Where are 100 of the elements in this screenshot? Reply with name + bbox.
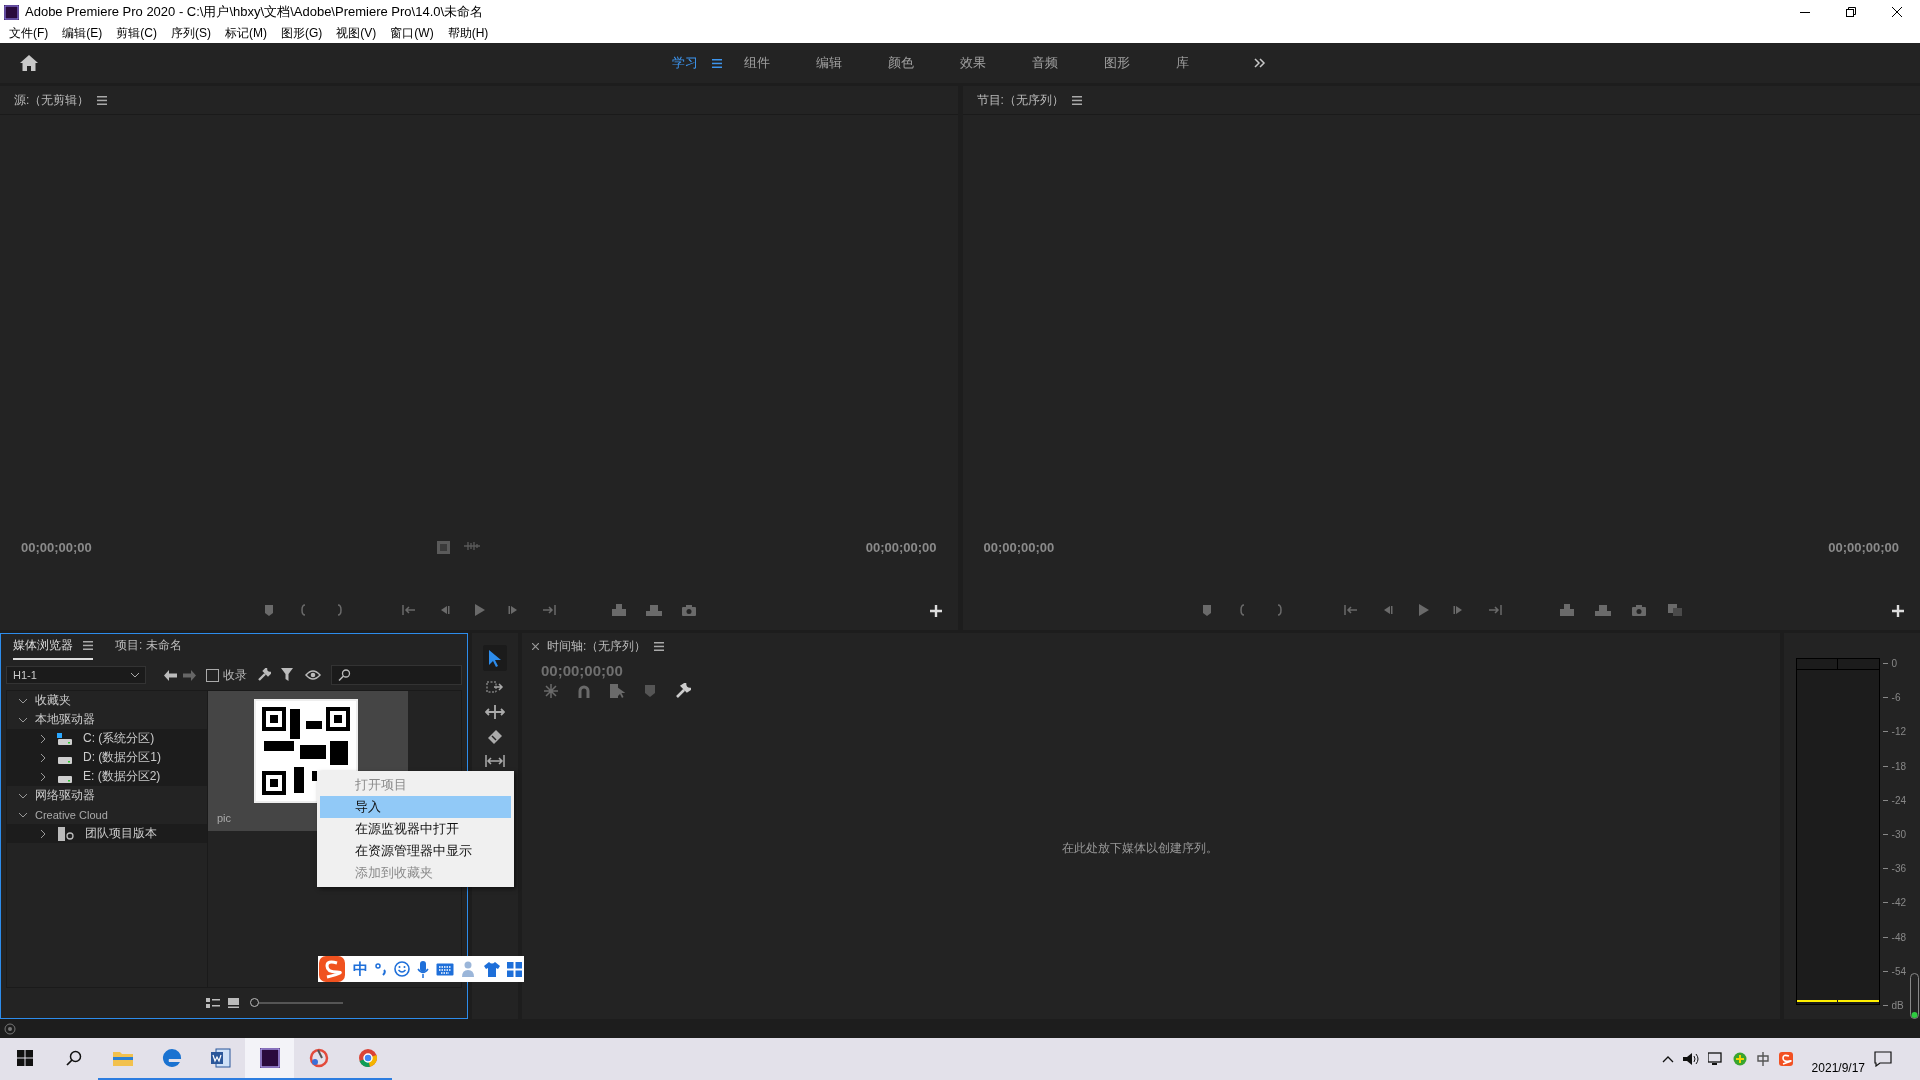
workspace-tab[interactable]: 学习 xyxy=(672,54,698,72)
workspace-tab[interactable]: 图形 xyxy=(1104,54,1130,72)
chevron-down-icon[interactable] xyxy=(19,696,27,705)
keyboard-icon[interactable] xyxy=(436,962,454,976)
chevron-right-icon[interactable] xyxy=(39,734,47,743)
razor-icon[interactable] xyxy=(487,729,503,745)
forward-arrow-icon[interactable] xyxy=(183,669,196,681)
punctuation-icon[interactable] xyxy=(375,962,387,976)
panel-title[interactable]: 源:（无剪辑） xyxy=(14,91,90,109)
extract-icon[interactable] xyxy=(1595,603,1612,617)
panel-tab[interactable]: 媒体浏览器 xyxy=(13,637,73,654)
chevron-down-icon[interactable] xyxy=(19,810,27,819)
panel-title[interactable]: 时间轴:（无序列） xyxy=(547,637,647,655)
timecode[interactable]: 00;00;00;00 xyxy=(983,539,1055,555)
menu-item[interactable]: 窗口(W) xyxy=(383,25,441,42)
menu-item[interactable]: 剪辑(C) xyxy=(109,25,164,42)
plus-icon[interactable] xyxy=(1892,605,1904,617)
compare-icon[interactable] xyxy=(1667,603,1684,617)
render-status-icon[interactable] xyxy=(4,1022,16,1035)
menu-item[interactable]: 标记(M) xyxy=(218,25,274,42)
go-to-in-icon[interactable] xyxy=(400,603,417,617)
panel-menu-icon[interactable] xyxy=(97,95,108,105)
context-menu-item[interactable]: 导入 xyxy=(320,796,511,818)
meter-slider-icon[interactable] xyxy=(1910,973,1919,1019)
menu-item[interactable]: 视图(V) xyxy=(329,25,384,42)
slider-thumb[interactable] xyxy=(249,998,259,1007)
workspace-tab[interactable]: 编辑 xyxy=(816,54,842,72)
meter-scale-label: -54 xyxy=(1891,965,1906,977)
chevron-right-icon[interactable] xyxy=(39,772,47,781)
icon-view-icon[interactable] xyxy=(227,998,239,1008)
overflow-icon[interactable] xyxy=(1254,58,1266,68)
ime-mode-toggle[interactable]: 中 xyxy=(353,959,368,979)
plus-icon[interactable] xyxy=(929,605,942,617)
notification-icon[interactable] xyxy=(1874,1051,1892,1067)
toolbox-icon[interactable] xyxy=(507,961,522,977)
marker-icon[interactable] xyxy=(645,685,655,697)
context-menu-item[interactable]: 在资源管理器中显示 xyxy=(320,840,511,862)
list-view-icon[interactable] xyxy=(205,998,220,1008)
taskbar-app[interactable] xyxy=(245,1038,294,1080)
go-to-out-icon[interactable] xyxy=(540,603,557,617)
panel-tab[interactable]: 项目: 未命名 xyxy=(115,637,182,654)
filter-icon[interactable] xyxy=(281,668,295,682)
overwrite-icon[interactable] xyxy=(645,603,662,617)
panel-menu-icon[interactable] xyxy=(1071,95,1082,105)
tree-item[interactable]: 网络驱动器 xyxy=(35,787,95,804)
timecode[interactable]: 00;00;00;00 xyxy=(21,539,92,555)
track-select-icon[interactable] xyxy=(486,681,504,695)
wrench-icon[interactable] xyxy=(675,683,691,699)
go-to-out-icon[interactable] xyxy=(1487,603,1504,617)
input-method-icon[interactable] xyxy=(1755,1052,1770,1066)
workspace-tab[interactable]: 效果 xyxy=(960,54,986,72)
back-arrow-icon[interactable] xyxy=(164,669,177,681)
sogou-logo-icon[interactable] xyxy=(318,956,346,982)
linked-selection-icon[interactable] xyxy=(610,684,625,698)
eye-icon[interactable] xyxy=(305,669,321,681)
security-icon[interactable] xyxy=(1732,1052,1747,1066)
tree-item[interactable]: Creative Cloud xyxy=(35,808,108,821)
emoji-icon[interactable] xyxy=(394,961,410,977)
menu-item[interactable]: 图形(G) xyxy=(274,25,330,42)
close-icon[interactable] xyxy=(532,642,539,650)
panel-menu-icon[interactable] xyxy=(654,641,665,651)
camera-icon[interactable] xyxy=(680,603,697,617)
ingest-checkbox[interactable] xyxy=(206,668,219,682)
speaker-icon[interactable] xyxy=(1682,1052,1699,1066)
camera-icon[interactable] xyxy=(1631,603,1648,617)
microphone-icon[interactable] xyxy=(417,960,429,978)
location-dropdown[interactable]: H1-1 xyxy=(6,666,146,684)
snap-icon[interactable] xyxy=(578,684,590,698)
chevron-right-icon[interactable] xyxy=(39,753,47,762)
menu-item[interactable]: 文件(F) xyxy=(2,25,56,42)
panel-menu-icon[interactable] xyxy=(83,641,93,650)
workspace-tab[interactable]: 颜色 xyxy=(888,54,914,72)
tree-item[interactable]: 本地驱动器 xyxy=(35,711,95,728)
search-field[interactable] xyxy=(331,665,462,685)
wrench-icon[interactable] xyxy=(257,668,271,682)
home-button[interactable] xyxy=(18,52,40,74)
menu-item[interactable]: 帮助(H) xyxy=(440,25,496,42)
chevron-down-icon xyxy=(131,672,139,678)
go-to-in-icon[interactable] xyxy=(1343,603,1360,617)
ripple-edit-icon[interactable] xyxy=(485,705,505,719)
workspace-tab[interactable]: 音频 xyxy=(1032,54,1058,72)
skin-icon[interactable] xyxy=(484,961,500,977)
nest-icon[interactable] xyxy=(544,684,558,698)
workspace-tab[interactable]: 组件 xyxy=(744,54,770,72)
selection-tool-icon[interactable] xyxy=(487,649,503,667)
chevron-right-icon[interactable] xyxy=(39,829,47,838)
chevron-down-icon[interactable] xyxy=(19,715,27,724)
chevron-down-icon[interactable] xyxy=(19,791,27,800)
panel-title[interactable]: 节目:（无序列） xyxy=(976,91,1064,109)
menu-item[interactable]: 序列(S) xyxy=(164,25,218,42)
lift-icon[interactable] xyxy=(1559,603,1576,617)
insert-icon[interactable] xyxy=(610,603,627,617)
chevron-up-icon[interactable] xyxy=(1661,1055,1674,1063)
network-icon[interactable] xyxy=(1707,1052,1724,1066)
menu-item[interactable]: 编辑(E) xyxy=(55,25,110,42)
workspace-tab[interactable]: 库 xyxy=(1176,54,1189,72)
slip-icon[interactable] xyxy=(485,755,505,767)
sogou-icon[interactable] xyxy=(1778,1052,1793,1066)
panel-menu-icon[interactable] xyxy=(712,58,722,68)
tree-item[interactable]: 收藏夹 xyxy=(35,692,71,709)
